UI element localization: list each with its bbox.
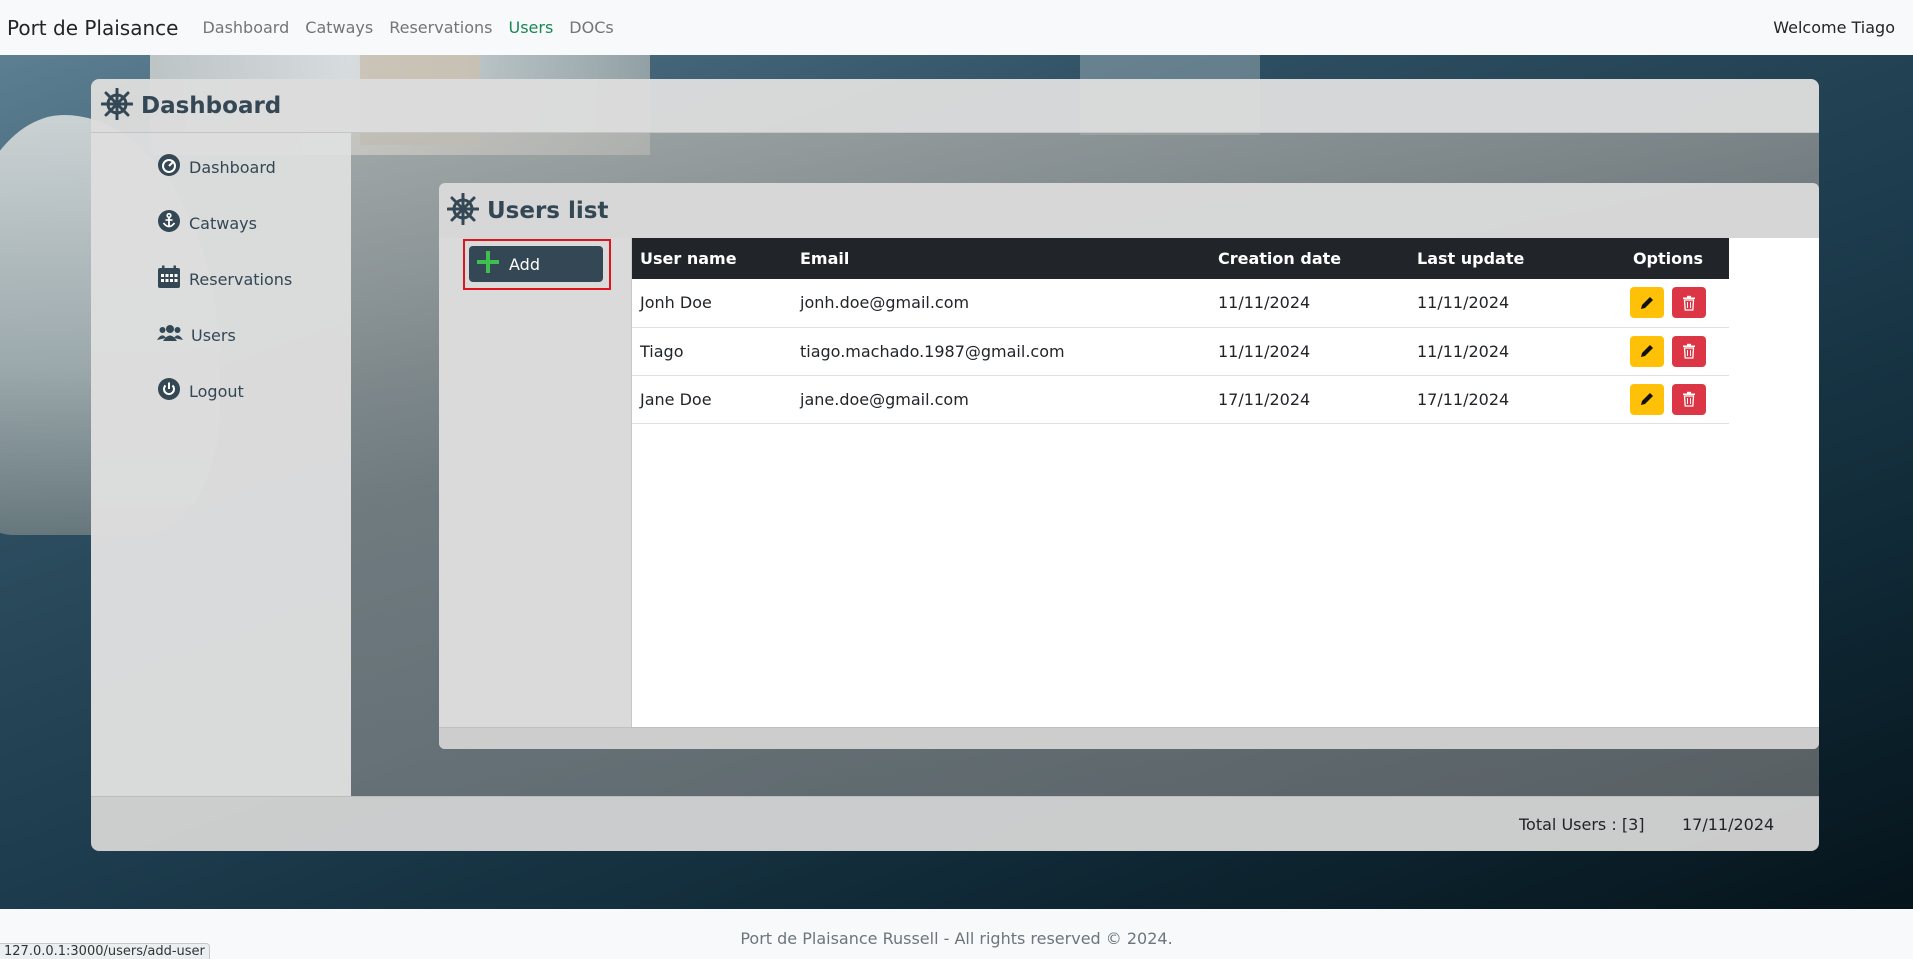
users-icon (157, 321, 183, 349)
edit-button[interactable] (1630, 383, 1665, 415)
welcome-text: Welcome Tiago (1773, 18, 1895, 37)
status-bar-url: 127.0.0.1:3000/users/add-user (0, 943, 210, 959)
edit-button[interactable] (1630, 287, 1665, 319)
power-icon (157, 377, 181, 405)
panel-title: Dashboard (141, 92, 282, 119)
sidebar-item-logout[interactable]: Logout (157, 377, 244, 405)
cell-username: Jonh Doe (640, 293, 712, 313)
cell-creation-date: 17/11/2024 (1218, 389, 1311, 409)
sidebar-item-label: Reservations (189, 269, 293, 289)
sidebar-item-dashboard[interactable]: Dashboard (157, 153, 276, 181)
card-footer (439, 727, 1819, 749)
pencil-icon (1641, 345, 1654, 357)
card-side-panel: Add (439, 238, 632, 727)
table-row: Jane Doe jane.doe@gmail.com 17/11/2024 1… (632, 375, 1729, 423)
panel-footer: Total Users : [3] 17/11/2024 (91, 796, 1819, 851)
users-card: Users list Add User name Email Creation … (439, 183, 1819, 749)
add-user-button[interactable]: Add (469, 246, 603, 282)
plus-icon (475, 249, 501, 279)
sidebar-item-users[interactable]: Users (157, 321, 236, 349)
users-table-container: User name Email Creation date Last updat… (632, 238, 1819, 727)
table-row: Jonh Doe jonh.doe@gmail.com 11/11/2024 1… (632, 279, 1729, 327)
ship-wheel-icon (100, 87, 134, 124)
sidebar-item-label: Users (191, 325, 236, 345)
sidebar: Dashboard Catways Reservations Users Log… (91, 133, 351, 796)
copyright-text: Port de Plaisance Russell - All rights r… (740, 929, 1173, 948)
ship-wheel-icon (446, 192, 480, 229)
delete-button[interactable] (1671, 335, 1706, 367)
calendar-icon (157, 265, 181, 293)
cell-last-update: 17/11/2024 (1417, 389, 1510, 409)
sidebar-item-catways[interactable]: Catways (157, 209, 257, 237)
cell-username: Tiago (640, 341, 684, 361)
cell-email: tiago.machado.1987@gmail.com (800, 341, 1065, 361)
sidebar-item-label: Catways (189, 213, 257, 233)
brand[interactable]: Port de Plaisance (7, 16, 178, 40)
trash-icon (1682, 343, 1695, 359)
card-title: Users list (487, 197, 609, 224)
cell-last-update: 11/11/2024 (1417, 341, 1510, 361)
cell-username: Jane Doe (640, 389, 712, 409)
nav-link-reservations[interactable]: Reservations (389, 18, 492, 37)
edit-button[interactable] (1630, 335, 1665, 367)
cell-options (1599, 375, 1729, 423)
cell-options (1599, 327, 1729, 375)
delete-button[interactable] (1671, 383, 1706, 415)
column-header-last-update: Last update (1417, 249, 1525, 268)
cell-email: jonh.doe@gmail.com (800, 293, 970, 313)
anchor-icon (157, 209, 181, 237)
nav-link-docs[interactable]: DOCs (569, 18, 613, 37)
cell-last-update: 11/11/2024 (1417, 293, 1510, 313)
nav-link-catways[interactable]: Catways (305, 18, 373, 37)
cell-email: jane.doe@gmail.com (800, 389, 969, 409)
cell-creation-date: 11/11/2024 (1218, 341, 1311, 361)
total-users: Total Users : [3] (1519, 815, 1645, 834)
sidebar-item-label: Dashboard (189, 157, 276, 177)
column-header-creation-date: Creation date (1218, 249, 1342, 268)
cell-creation-date: 11/11/2024 (1218, 293, 1311, 313)
table-header-row: User name Email Creation date Last updat… (632, 238, 1729, 279)
column-header-options: Options (1632, 249, 1704, 268)
add-button-highlight: Add (463, 239, 611, 290)
pencil-icon (1641, 393, 1654, 405)
sidebar-item-label: Logout (189, 381, 244, 401)
panel-header: Dashboard (91, 79, 1819, 133)
dashboard-panel: Dashboard Dashboard Catways Reservations… (91, 79, 1819, 851)
add-button-label: Add (509, 254, 540, 274)
trash-icon (1682, 391, 1695, 407)
sidebar-item-reservations[interactable]: Reservations (157, 265, 292, 293)
top-navbar: Port de Plaisance Dashboard Catways Rese… (0, 0, 1913, 55)
card-header: Users list (439, 183, 1819, 238)
cell-options (1599, 279, 1729, 327)
gauge-icon (157, 153, 181, 181)
page-footer: Port de Plaisance Russell - All rights r… (0, 909, 1913, 959)
delete-button[interactable] (1671, 287, 1706, 319)
users-table: User name Email Creation date Last updat… (632, 238, 1729, 424)
current-date: 17/11/2024 (1682, 815, 1775, 834)
column-header-email: Email (800, 249, 850, 268)
nav-link-dashboard[interactable]: Dashboard (202, 18, 289, 37)
pencil-icon (1641, 296, 1654, 309)
trash-icon (1682, 295, 1695, 311)
table-row: Tiago tiago.machado.1987@gmail.com 11/11… (632, 327, 1729, 375)
column-header-username: User name (640, 249, 737, 268)
nav-link-users[interactable]: Users (508, 18, 553, 37)
